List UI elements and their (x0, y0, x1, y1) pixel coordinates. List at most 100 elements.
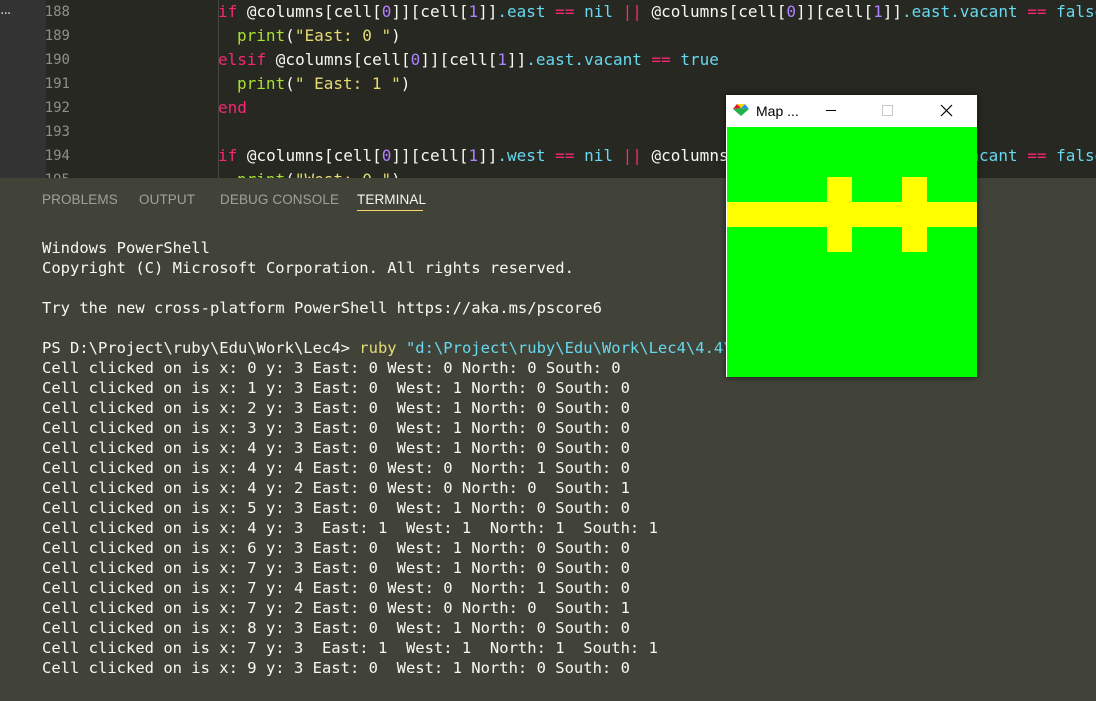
code-token: ) (391, 170, 401, 178)
code-token: " East: 1 " (294, 74, 401, 93)
code-token: ( (285, 74, 295, 93)
terminal-line: Cell clicked on is x: 6 y: 3 East: 0 Wes… (42, 539, 630, 557)
minimize-button[interactable] (808, 95, 854, 127)
terminal-line: Cell clicked on is x: 3 y: 3 East: 0 Wes… (42, 419, 630, 437)
code-token: print (237, 26, 286, 45)
road-cell[interactable] (927, 202, 952, 227)
road-cell[interactable] (827, 177, 852, 202)
terminal-line: Cell clicked on is x: 4 y: 3 East: 1 Wes… (42, 519, 658, 537)
code-token: == (1017, 146, 1057, 165)
terminal-line: Cell clicked on is x: 7 y: 2 East: 0 Wes… (42, 599, 630, 617)
code-token: 1 (873, 2, 883, 21)
code-token: == (641, 50, 681, 69)
road-cell[interactable] (777, 202, 802, 227)
road-cell[interactable] (752, 202, 777, 227)
code-token: end (218, 98, 247, 117)
window-title: Map ... (756, 103, 799, 119)
tab-output[interactable]: OUTPUT (139, 192, 195, 207)
road-cell[interactable] (877, 202, 902, 227)
road-cell[interactable] (727, 202, 752, 227)
road-cell[interactable] (902, 227, 927, 252)
road-cell[interactable] (802, 202, 827, 227)
code-token: ( (285, 170, 295, 178)
code-token: if (218, 2, 247, 21)
active-tab-indicator (357, 210, 423, 211)
ruby-gosu-app-icon (733, 104, 749, 116)
road-cell[interactable] (852, 202, 877, 227)
code-token: ]] (882, 2, 902, 21)
terminal-line: Cell clicked on is x: 2 y: 3 East: 0 Wes… (42, 399, 630, 417)
code-token: ]][cell[ (391, 2, 469, 21)
code-token: 1 (497, 50, 507, 69)
code-token: 1 (468, 2, 479, 21)
terminal-output-lines: Cell clicked on is x: 0 y: 3 East: 0 Wes… (42, 358, 1096, 678)
terminal-line: Cell clicked on is x: 7 y: 3 East: 0 Wes… (42, 559, 630, 577)
road-cell[interactable] (902, 177, 927, 202)
terminal-line: Cell clicked on is x: 8 y: 3 East: 0 Wes… (42, 619, 630, 637)
line-number: 191 (44, 76, 70, 92)
code-token: false (1056, 146, 1096, 165)
code-token: ]][cell[ (420, 50, 498, 69)
tab-debug-console[interactable]: DEBUG CONSOLE (220, 192, 339, 207)
code-token: == (1017, 2, 1057, 21)
code-token: ]] (478, 146, 498, 165)
minimize-icon (826, 110, 836, 111)
code-token: nil (584, 146, 613, 165)
code-token: nil (584, 2, 613, 21)
map-window[interactable]: Map ... (726, 95, 977, 377)
line-number: 194 (44, 148, 70, 164)
code-token: @columns (246, 2, 324, 21)
code-token: || (612, 146, 652, 165)
terminal-line: Cell clicked on is x: 7 y: 4 East: 0 Wes… (42, 579, 630, 597)
terminal-command-arg: "d:\Project\ruby\Edu\Work\Lec4\4.4\4. (405, 339, 752, 357)
code-token: elsif (218, 50, 276, 69)
code-token: .west (497, 146, 546, 165)
road-cell[interactable] (952, 202, 977, 227)
code-token: @columns (651, 146, 729, 165)
line-number: 188 (44, 4, 70, 20)
code-token: .east (497, 2, 546, 21)
road-cell[interactable] (827, 202, 852, 227)
terminal-line: Cell clicked on is x: 1 y: 3 East: 0 Wes… (42, 379, 630, 397)
terminal-line: Cell clicked on is x: 4 y: 3 East: 0 Wes… (42, 439, 630, 457)
close-button[interactable] (924, 95, 970, 127)
line-number: 195 (30, 168, 70, 178)
code-token: 1 (468, 146, 479, 165)
code-token: == (545, 2, 585, 21)
map-canvas[interactable] (727, 127, 977, 377)
code-token: ) (391, 26, 401, 45)
code-token: "West: 0 " (295, 170, 391, 178)
code-token: [cell[ (323, 146, 382, 165)
code-token: [cell[ (352, 50, 411, 69)
code-token: [cell[ (323, 2, 382, 21)
code-token: if (218, 146, 247, 165)
tab-terminal[interactable]: TERMINAL (357, 192, 426, 207)
code-token: ( (285, 26, 295, 45)
code-token: 0 (410, 50, 421, 69)
more-actions-icon[interactable]: ... (0, 2, 11, 18)
road-cell[interactable] (902, 202, 927, 227)
terminal-line: Cell clicked on is x: 5 y: 3 East: 0 Wes… (42, 499, 630, 517)
code-token: @columns (275, 50, 353, 69)
close-icon (940, 104, 953, 117)
line-number: 192 (44, 100, 70, 116)
tab-problems[interactable]: PROBLEMS (42, 192, 118, 207)
line-number-gutter: 188189190191192193194195 (45, 0, 96, 178)
code-token: .east.vacant (526, 50, 642, 69)
maximize-icon (882, 105, 893, 116)
code-token: true (680, 50, 719, 69)
code-token: print (237, 170, 285, 178)
terminal-line: Cell clicked on is x: 7 y: 3 East: 1 Wes… (42, 639, 658, 657)
code-token: 0 (381, 2, 392, 21)
code-token: == (545, 146, 585, 165)
terminal-line: Cell clicked on is x: 4 y: 4 East: 0 Wes… (42, 459, 630, 477)
code-line: elsif @columns[cell[0]][cell[1]].east.va… (218, 48, 1096, 72)
line-number: 189 (44, 28, 70, 44)
maximize-button[interactable] (864, 95, 910, 127)
window-titlebar[interactable]: Map ... (726, 95, 977, 127)
line-number: 193 (44, 124, 70, 140)
code-token: || (612, 2, 652, 21)
road-cell[interactable] (827, 227, 852, 252)
terminal-line: Cell clicked on is x: 9 y: 3 East: 0 Wes… (42, 659, 630, 677)
code-token: 0 (381, 146, 392, 165)
